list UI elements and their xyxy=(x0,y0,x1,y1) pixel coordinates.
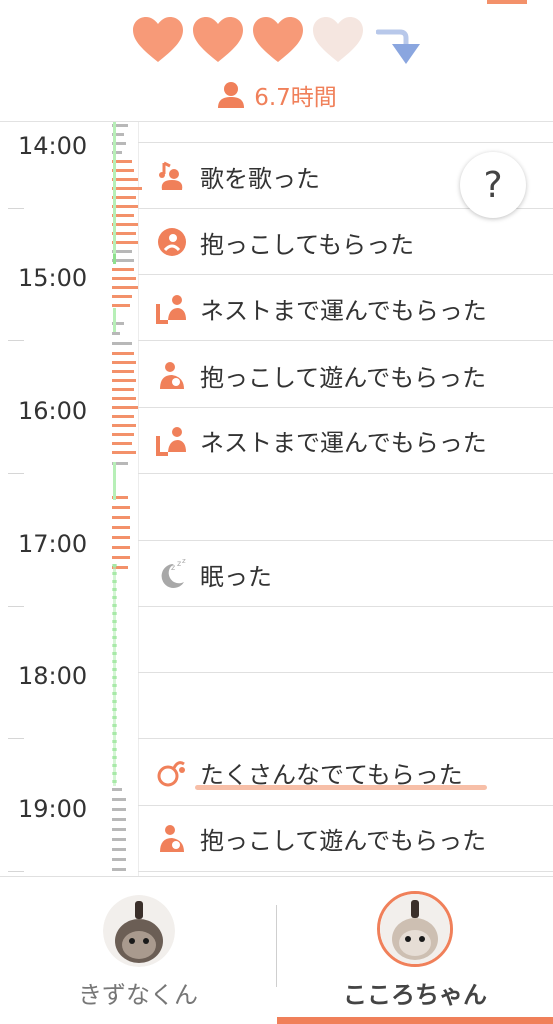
half-hour-tick xyxy=(8,473,24,474)
tab-kokoro[interactable]: こころちゃん xyxy=(277,877,553,1024)
tab-label: こころちゃん xyxy=(343,981,487,1009)
sing-icon xyxy=(156,160,188,192)
timeline-event[interactable]: 抱っこして遊んでもらった xyxy=(156,355,486,395)
event-label: 抱っこして遊んでもらった xyxy=(200,826,487,855)
row-divider xyxy=(138,672,553,673)
help-label: ? xyxy=(483,164,503,206)
event-label: 歌を歌った xyxy=(200,164,320,193)
event-label: ネストまで運んでもらった xyxy=(200,428,487,457)
hour-label: 17:00 xyxy=(18,530,88,558)
event-label: 抱っこして遊んでもらった xyxy=(200,363,487,392)
row-divider xyxy=(138,805,553,806)
row-divider xyxy=(138,606,553,607)
tab-label: きずなくん xyxy=(78,981,198,1009)
heart-icon xyxy=(191,14,245,66)
hour-label: 16:00 xyxy=(18,397,88,425)
half-hour-tick xyxy=(8,208,24,209)
timeline-event[interactable]: たくさんなでてもらった xyxy=(156,752,463,792)
person-icon xyxy=(218,82,245,108)
sleep-icon: zzz xyxy=(156,558,188,590)
carry-icon xyxy=(156,424,188,456)
carry-icon xyxy=(156,292,188,324)
event-label: 眠った xyxy=(200,562,272,591)
heart-icon xyxy=(131,14,185,66)
header: 6.7時間 xyxy=(0,0,553,122)
svg-text:z: z xyxy=(182,558,186,565)
timeline-event[interactable]: 歌を歌った xyxy=(156,156,320,196)
usage-text: 6.7時間 xyxy=(254,85,337,111)
half-hour-tick xyxy=(8,606,24,607)
row-divider xyxy=(138,407,553,408)
heart-empty-icon xyxy=(311,14,365,66)
timeline-event[interactable]: 抱っこしてもらった xyxy=(156,222,414,262)
down-arrow-icon xyxy=(375,22,422,68)
avatar xyxy=(103,895,175,967)
row-divider xyxy=(138,540,553,541)
sleep-line xyxy=(112,122,117,786)
timeline-event[interactable]: zzz 眠った xyxy=(156,554,272,594)
help-button[interactable]: ? xyxy=(460,152,526,218)
row-divider xyxy=(138,871,553,872)
hour-label: 19:00 xyxy=(18,795,88,823)
half-hour-tick xyxy=(8,871,24,872)
event-label: ネストまで運んでもらった xyxy=(200,296,487,325)
timeline-event[interactable]: ネストまで運んでもらった xyxy=(156,420,487,460)
hour-label: 15:00 xyxy=(18,264,88,292)
svg-text:z: z xyxy=(171,563,175,572)
hour-label: 14:00 xyxy=(18,132,88,160)
usage-time: 6.7時間 xyxy=(0,78,553,112)
event-label: 抱っこしてもらった xyxy=(200,230,415,259)
pet-icon xyxy=(156,756,188,788)
hug-icon xyxy=(156,226,188,258)
row-divider xyxy=(138,340,553,341)
avatar xyxy=(377,891,453,967)
tab-kizuna[interactable]: きずなくん xyxy=(0,877,276,1024)
timeline-event[interactable]: 抱っこして遊んでもらった xyxy=(156,818,486,858)
half-hour-tick xyxy=(8,340,24,341)
affection-hearts xyxy=(131,14,365,66)
heart-icon xyxy=(251,14,305,66)
row-divider xyxy=(138,738,553,739)
active-tab-indicator xyxy=(277,1017,553,1024)
top-accent-bar xyxy=(487,0,527,4)
row-divider xyxy=(138,142,553,143)
hug-play-icon xyxy=(156,822,188,854)
hug-play-icon xyxy=(156,359,188,391)
robot-tab-bar: きずなくん こころちゃん xyxy=(0,876,553,1024)
hour-label: 18:00 xyxy=(18,662,88,690)
svg-text:z: z xyxy=(177,559,181,568)
row-divider xyxy=(138,274,553,275)
event-label: たくさんなでてもらった xyxy=(200,760,463,789)
half-hour-tick xyxy=(8,738,24,739)
row-divider xyxy=(138,473,553,474)
timeline[interactable]: 14:00 15:00 16:00 17:00 18:00 19:00 歌を歌っ… xyxy=(0,122,553,876)
timeline-event[interactable]: ネストまで運んでもらった xyxy=(156,288,487,328)
